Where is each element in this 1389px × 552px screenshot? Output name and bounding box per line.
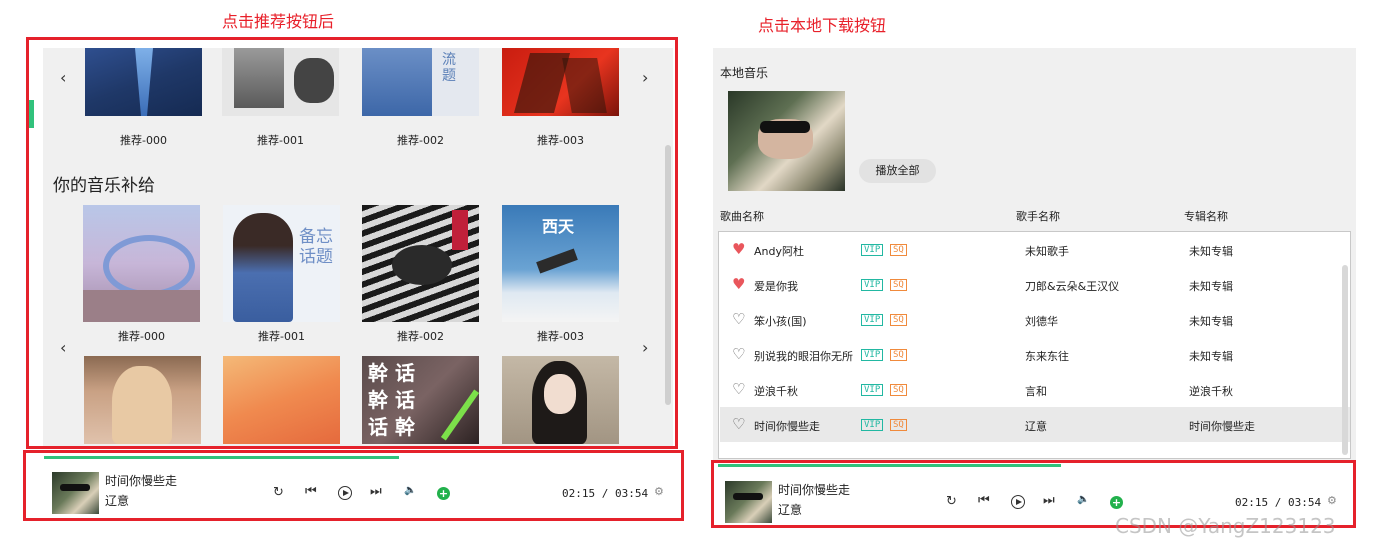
song-name: 爱是你我 <box>754 280 798 293</box>
song-album: 未知专辑 <box>1189 315 1233 328</box>
song-row[interactable]: ♡ 时间你慢些走 VIP SQ 辽意 时间你慢些走 <box>720 407 1350 442</box>
right-caption: 点击本地下载按钮 <box>758 16 887 35</box>
heart-empty-icon[interactable]: ♡ <box>732 381 745 397</box>
heart-empty-icon[interactable]: ♡ <box>732 346 745 362</box>
song-name: 逆浪千秋 <box>754 385 798 398</box>
song-artist: 刘德华 <box>1025 315 1058 328</box>
sq-badge: SQ <box>890 244 907 256</box>
song-row[interactable]: ♥ 爱是你我 VIP SQ 刀郎&云朵&王汉仪 未知专辑 <box>720 267 1350 302</box>
page-title: 本地音乐 <box>720 66 769 80</box>
song-name: Andy阿杜 <box>754 245 804 258</box>
vip-badge: VIP <box>861 384 884 396</box>
highlight-box <box>23 450 684 521</box>
song-row[interactable]: ♡ 笨小孩(国) VIP SQ 刘德华 未知专辑 <box>720 302 1350 337</box>
sq-badge: SQ <box>890 384 907 396</box>
heart-empty-icon[interactable]: ♡ <box>732 311 745 327</box>
header-song: 歌曲名称 <box>720 210 764 223</box>
list-scrollbar[interactable] <box>1342 265 1348 455</box>
heart-empty-icon[interactable]: ♡ <box>732 416 745 432</box>
song-album: 未知专辑 <box>1189 245 1233 258</box>
heart-filled-icon[interactable]: ♥ <box>732 276 745 292</box>
header-album: 专辑名称 <box>1184 210 1228 223</box>
song-name: 别说我的眼泪你无所 <box>754 350 853 363</box>
song-name: 时间你慢些走 <box>754 420 820 433</box>
song-artist: 辽意 <box>1025 420 1047 433</box>
heart-filled-icon[interactable]: ♥ <box>732 241 745 257</box>
sq-badge: SQ <box>890 349 907 361</box>
song-row[interactable]: ♡ 逆浪千秋 VIP SQ 言和 逆浪千秋 <box>720 372 1350 407</box>
vip-badge: VIP <box>861 419 884 431</box>
song-artist: 刀郎&云朵&王汉仪 <box>1025 280 1120 293</box>
vip-badge: VIP <box>861 244 884 256</box>
highlight-box <box>26 37 678 449</box>
vip-badge: VIP <box>861 314 884 326</box>
song-row[interactable]: ♡ 别说我的眼泪你无所 VIP SQ 东来东往 未知专辑 <box>720 337 1350 372</box>
song-album: 未知专辑 <box>1189 350 1233 363</box>
header-artist: 歌手名称 <box>1016 210 1060 223</box>
song-artist: 东来东往 <box>1025 350 1069 363</box>
watermark: CSDN @YangZ123123 <box>1115 514 1336 538</box>
song-artist: 未知歌手 <box>1025 245 1069 258</box>
vip-badge: VIP <box>861 349 884 361</box>
play-all-button[interactable]: 播放全部 <box>859 159 936 183</box>
song-album: 时间你慢些走 <box>1189 420 1255 433</box>
song-row[interactable]: ♥ Andy阿杜 VIP SQ 未知歌手 未知专辑 <box>720 232 1350 267</box>
song-artist: 言和 <box>1025 385 1047 398</box>
left-caption: 点击推荐按钮后 <box>222 12 335 31</box>
song-album: 逆浪千秋 <box>1189 385 1233 398</box>
song-name: 笨小孩(国) <box>754 315 807 328</box>
song-album: 未知专辑 <box>1189 280 1233 293</box>
vip-badge: VIP <box>861 279 884 291</box>
local-music-cover <box>728 91 845 191</box>
sq-badge: SQ <box>890 419 907 431</box>
sq-badge: SQ <box>890 279 907 291</box>
sq-badge: SQ <box>890 314 907 326</box>
